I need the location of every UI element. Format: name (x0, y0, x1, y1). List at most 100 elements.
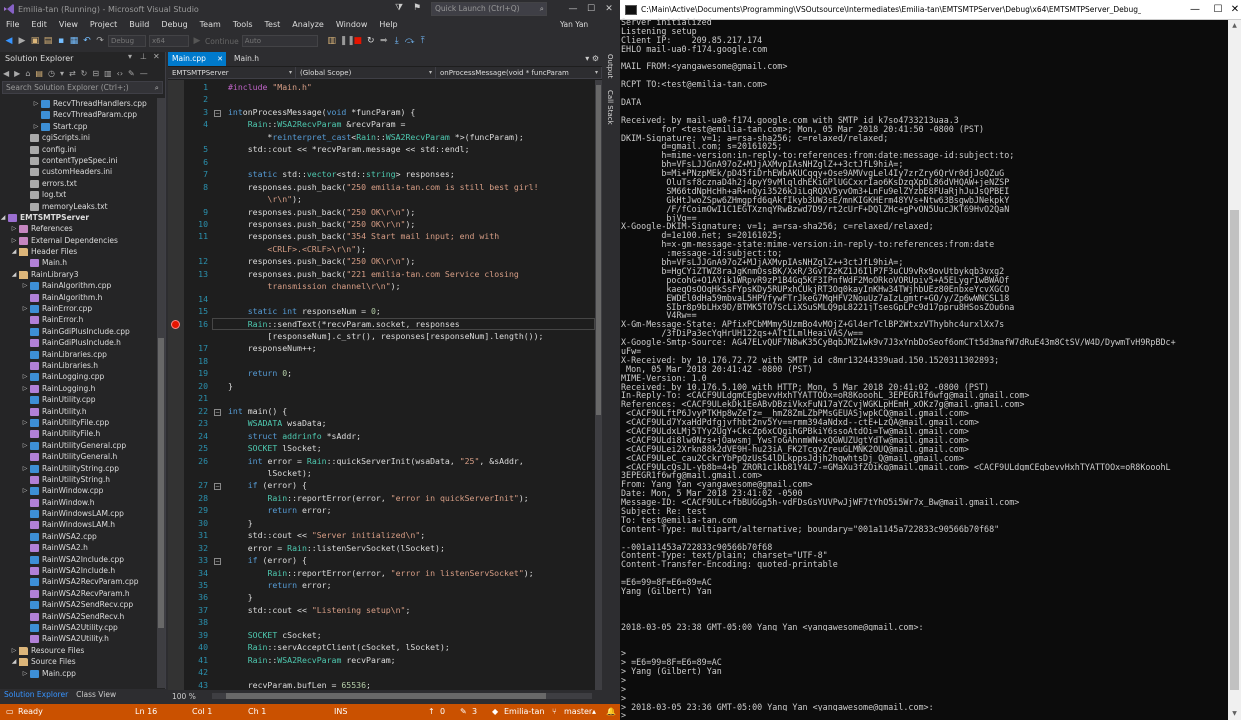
pending-changes-icon[interactable]: ▾ (60, 69, 64, 78)
collapse-all-icon[interactable]: ⊟ (92, 69, 99, 78)
tree-item[interactable]: RainLibraries.cpp (0, 349, 157, 360)
properties-wrench-icon[interactable]: ✎ (128, 69, 135, 78)
tree-item[interactable]: ▷ RainAlgorithm.cpp (0, 280, 157, 291)
tree-item[interactable]: RainAlgorithm.h (0, 292, 157, 303)
tree-item[interactable]: log.txt (0, 189, 157, 200)
solution-platform-select[interactable]: x64 (149, 35, 189, 47)
undo-icon[interactable]: ↶ (82, 36, 92, 46)
tree-item[interactable]: ▷ RainLogging.cpp (0, 371, 157, 382)
open-file-icon[interactable]: ▤ (43, 36, 53, 46)
code-text-area[interactable]: #include "Main.h" − intonProcessMessage(vo… (212, 80, 595, 690)
tree-item[interactable]: ▷ External Dependencies (0, 235, 157, 246)
continue-play-icon[interactable]: ▶ (192, 36, 202, 46)
collapse-region-icon[interactable]: − (214, 408, 221, 416)
breakpoint-margin[interactable] (168, 80, 184, 690)
collapsed-arrow-icon[interactable]: ▷ (21, 303, 29, 314)
notifications-flag-icon[interactable]: ⚑ (413, 3, 421, 13)
quick-launch-input[interactable]: Quick Launch (Ctrl+Q) ⌕ (431, 2, 547, 16)
tab-class-view[interactable]: Class View (72, 689, 120, 701)
tree-item[interactable]: ◢ EMTSMTPServer (0, 212, 157, 223)
maximize-button[interactable]: ☐ (583, 0, 599, 18)
debug-target-select[interactable]: Auto (241, 35, 318, 47)
repository-name[interactable]: Emilia-tan (504, 704, 544, 720)
tree-item[interactable]: ▷ RainUtilityGeneral.cpp (0, 440, 157, 451)
scrollbar-thumb[interactable] (226, 693, 546, 699)
collapsed-arrow-icon[interactable]: ▷ (32, 121, 40, 132)
scrollbar-thumb[interactable] (596, 85, 601, 415)
expanded-arrow-icon[interactable]: ◢ (10, 269, 18, 280)
menu-window[interactable]: Window (330, 18, 374, 32)
tree-item[interactable]: ▷ Start.cpp (0, 121, 157, 132)
tree-item[interactable]: RainWindowsLAM.h (0, 519, 157, 530)
step-out-icon[interactable]: ⤒ (418, 36, 428, 46)
tree-item[interactable]: RainError.h (0, 314, 157, 325)
tree-item[interactable]: RainUtility.cpp (0, 394, 157, 405)
menu-team[interactable]: Team (194, 18, 227, 32)
menu-edit[interactable]: Edit (25, 18, 53, 32)
tree-item[interactable]: RainUtilityString.h (0, 474, 157, 485)
tab-solution-explorer[interactable]: Solution Explorer (0, 689, 72, 701)
forward-icon[interactable]: ▶ (17, 36, 27, 46)
tree-item[interactable]: RainWSA2SendRecv.cpp (0, 599, 157, 610)
breakpoint-icon[interactable] (171, 319, 180, 329)
notifications-icon[interactable]: 🔔 (606, 704, 616, 720)
solution-explorer-search-input[interactable]: Search Solution Explorer (Ctrl+;) ⌕ (2, 81, 163, 94)
scrollbar-thumb[interactable] (1230, 210, 1239, 690)
collapsed-arrow-icon[interactable]: ▷ (10, 235, 18, 246)
tree-item[interactable]: RainWindow.h (0, 497, 157, 508)
history-icon[interactable]: ◷ (48, 69, 55, 78)
project-dropdown[interactable]: EMTSMTPServer ▾ (168, 67, 296, 78)
chevron-up-icon[interactable]: ▴ (592, 704, 596, 720)
tab-overflow-icon[interactable]: ▾ ⚙ (585, 52, 599, 66)
scroll-down-arrow-icon[interactable]: ▼ (1230, 710, 1239, 717)
scrollbar-thumb[interactable] (158, 338, 164, 628)
menu-tools[interactable]: Tools (227, 18, 259, 32)
call-stack-tab[interactable]: Call Stack (606, 90, 614, 125)
tree-item[interactable]: RainGdiPlusInclude.h (0, 337, 157, 348)
expanded-arrow-icon[interactable]: ◢ (0, 212, 7, 223)
editor-horizontal-scrollbar[interactable] (212, 693, 592, 699)
tree-item[interactable]: RainWindowsLAM.cpp (0, 508, 157, 519)
close-tab-icon[interactable]: ✕ (217, 52, 223, 66)
menu-analyze[interactable]: Analyze (286, 18, 330, 32)
console-close-button[interactable]: ✕ (1223, 0, 1241, 20)
console-minimize-button[interactable]: — (1183, 0, 1207, 20)
tree-item[interactable]: ▷ References (0, 223, 157, 234)
tree-item[interactable]: customHeaders.ini (0, 166, 157, 177)
collapsed-arrow-icon[interactable]: ▷ (21, 463, 29, 474)
tree-item[interactable]: RainWSA2Utility.h (0, 633, 157, 644)
collapse-region-icon[interactable]: − (214, 558, 221, 566)
collapsed-arrow-icon[interactable]: ▷ (21, 280, 29, 291)
editor-vertical-scrollbar[interactable] (595, 80, 602, 690)
collapse-region-icon[interactable]: − (214, 109, 221, 117)
collapsed-arrow-icon[interactable]: ▷ (10, 645, 18, 656)
home-icon[interactable]: ⌂ (25, 69, 30, 78)
menu-build[interactable]: Build (123, 18, 155, 32)
tree-item[interactable]: cgiScripts.ini (0, 132, 157, 143)
tree-item[interactable]: ▷ Resource Files (0, 645, 157, 656)
step-into-icon[interactable]: ⤓ (392, 36, 402, 46)
close-button[interactable]: ✕ (601, 0, 617, 18)
collapsed-arrow-icon[interactable]: ▷ (21, 440, 29, 451)
tree-item[interactable]: ◢ Source Files (0, 656, 157, 667)
step-over-icon[interactable]: ⤼ (405, 36, 415, 46)
scroll-up-arrow-icon[interactable]: ▲ (1230, 22, 1239, 29)
tab-main-h[interactable]: Main.h (226, 52, 263, 66)
tree-item[interactable]: ◢ RainLibrary3 (0, 269, 157, 280)
collapsed-arrow-icon[interactable]: ▷ (21, 371, 29, 382)
scope-dropdown[interactable]: (Global Scope) ▾ (296, 67, 436, 78)
tab-main-cpp[interactable]: Main.cpp ✕ (168, 52, 226, 66)
tree-item[interactable]: RainWSA2RecvParam.h (0, 588, 157, 599)
tree-item[interactable]: ◢ Header Files (0, 246, 157, 257)
collapse-region-icon[interactable]: − (214, 483, 221, 491)
menu-help[interactable]: Help (373, 18, 403, 32)
zoom-level[interactable]: 100 % (168, 692, 208, 701)
output-tab[interactable]: Output (606, 54, 614, 78)
tree-item[interactable]: RainWSA2Include.h (0, 565, 157, 576)
menu-project[interactable]: Project (84, 18, 123, 32)
menu-file[interactable]: File (0, 18, 25, 32)
collapsed-arrow-icon[interactable]: ▷ (21, 417, 29, 428)
tree-item[interactable]: RainWSA2Utility.cpp (0, 622, 157, 633)
tree-item[interactable]: RainUtility.h (0, 406, 157, 417)
expanded-arrow-icon[interactable]: ◢ (10, 246, 18, 257)
